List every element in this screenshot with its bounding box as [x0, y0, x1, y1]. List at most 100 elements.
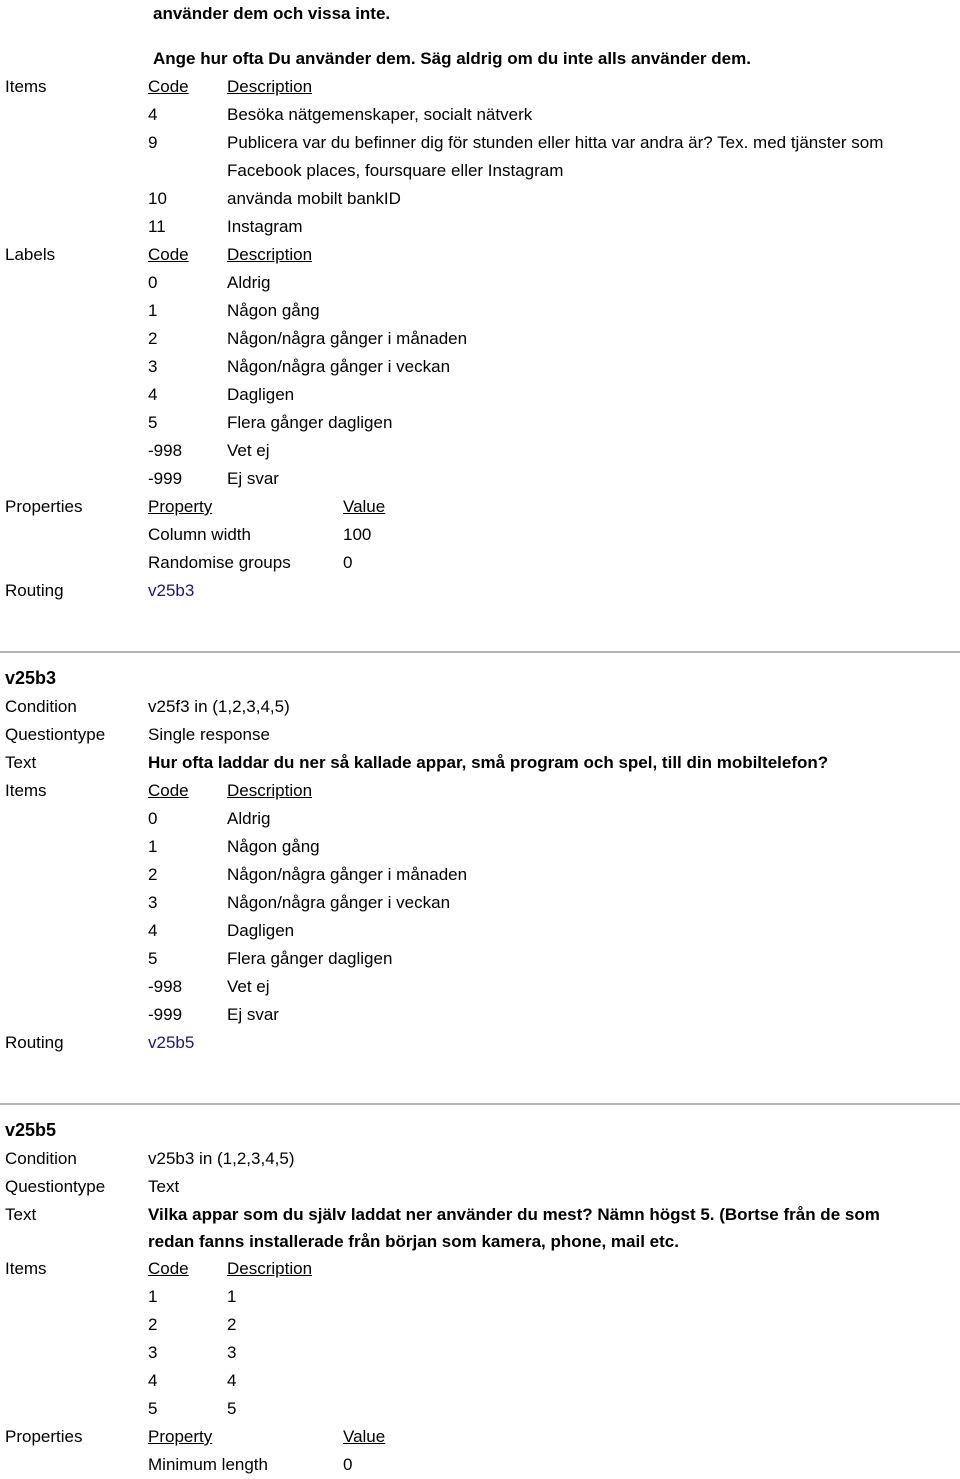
cell-code: 5 — [148, 949, 158, 968]
items-row-prev: Items Code Description 4 Besöka nätgemen… — [0, 73, 960, 241]
table-row: 5 Flera gånger dagligen — [148, 409, 960, 437]
items-row-v25b5: Items Code Description 1 1 2 2 3 3 4 4 5… — [0, 1255, 960, 1423]
questiontype-row-v25b5: Questiontype Text — [0, 1173, 960, 1201]
cell-code: 0 — [148, 809, 158, 828]
routing-link-v25b3[interactable]: v25b3 — [148, 581, 194, 600]
header-code: Code — [148, 781, 189, 800]
row-label-labels: Labels — [5, 245, 56, 264]
labels-table: Code Description 0 Aldrig 1 Någon gång 2… — [148, 241, 960, 493]
table-row: 0 Aldrig — [148, 805, 960, 833]
cell-description: Ej svar — [227, 469, 279, 488]
cell-description: använda mobilt bankID — [227, 189, 401, 208]
condition-row-v25b3: Condition v25f3 in (1,2,3,4,5) — [0, 693, 960, 721]
cell-code: 5 — [148, 1399, 158, 1418]
table-row: 4 Dagligen — [148, 917, 960, 945]
cell-description: 1 — [227, 1287, 237, 1306]
cell-description: Aldrig — [227, 809, 271, 828]
table-row: Randomise groups 0 — [148, 549, 960, 577]
routing-row-v25b3: Routing v25b5 — [0, 1029, 960, 1057]
cell-code: 4 — [148, 105, 158, 124]
cell-property: Randomise groups — [148, 553, 291, 572]
table-header-row: Code Description — [148, 241, 960, 269]
cell-code: -998 — [148, 977, 183, 996]
row-label-questiontype: Questiontype — [5, 725, 106, 744]
cell-code: 9 — [148, 133, 158, 152]
intro-block: använder dem och vissa inte. Ange hur of… — [0, 0, 960, 73]
condition-value: v25f3 in (1,2,3,4,5) — [148, 697, 290, 716]
cell-description: Dagligen — [227, 921, 295, 940]
table-row: Minimum length 0 — [148, 1451, 960, 1479]
properties-row-v25b5: Properties Property Value Minimum length… — [0, 1423, 960, 1479]
header-property: Property — [148, 1427, 213, 1446]
table-row: 3 Någon/några gånger i veckan — [148, 889, 960, 917]
table-header-row: Property Value — [148, 1423, 960, 1451]
row-label-items: Items — [5, 77, 47, 96]
table-row: -999 Ej svar — [148, 465, 960, 493]
cell-code: 1 — [148, 1287, 158, 1306]
cell-code: -999 — [148, 469, 183, 488]
question-text-v25b3: Hur ofta laddar du ner så kallade appar,… — [148, 753, 829, 772]
table-row: 5 5 — [148, 1395, 960, 1423]
properties-table: Property Value Minimum length 0 — [148, 1423, 960, 1479]
cell-code: 2 — [148, 865, 158, 884]
cell-description: 3 — [227, 1343, 237, 1362]
table-row: 2 Någon/några gånger i månaden — [148, 861, 960, 889]
items-table-wrap: Code Description 1 1 2 2 3 3 4 4 5 5 — [148, 1255, 960, 1423]
items-row-v25b3: Items Code Description 0 Aldrig 1 Någon … — [0, 777, 960, 1029]
properties-table-wrap: Property Value Column width 100 Randomis… — [148, 493, 960, 577]
cell-code: 1 — [148, 301, 158, 320]
header-description: Description — [227, 245, 313, 264]
intro-gap — [0, 28, 960, 45]
table-row: 5 Flera gånger dagligen — [148, 945, 960, 973]
properties-table-wrap: Property Value Minimum length 0 — [148, 1423, 960, 1479]
cell-description: 4 — [227, 1371, 237, 1390]
table-row: -999 Ej svar — [148, 1001, 960, 1029]
intro-line-1: använder dem och vissa inte. — [153, 4, 391, 23]
condition-row-v25b5: Condition v25b3 in (1,2,3,4,5) — [0, 1145, 960, 1173]
table-row: 10 använda mobilt bankID — [148, 185, 960, 213]
section-title-v25b3: v25b3 — [5, 668, 57, 688]
header-description: Description — [227, 77, 313, 96]
table-header-row: Property Value — [148, 493, 960, 521]
cell-code: 3 — [148, 1343, 158, 1362]
row-label-routing: Routing — [5, 1033, 64, 1052]
questiontype-value: Single response — [148, 725, 270, 744]
items-table: Code Description 0 Aldrig 1 Någon gång 2… — [148, 777, 960, 1029]
cell-description: Vet ej — [227, 977, 270, 996]
cell-property: Minimum length — [148, 1455, 268, 1474]
items-table-wrap: Code Description 4 Besöka nätgemenskaper… — [148, 73, 960, 241]
cell-property: Column width — [148, 525, 251, 544]
cell-code: 4 — [148, 921, 158, 940]
row-label-text: Text — [5, 753, 37, 772]
row-label-items: Items — [5, 1259, 47, 1278]
questiontype-value: Text — [148, 1177, 180, 1196]
header-description: Description — [227, 781, 313, 800]
cell-description: Någon gång — [227, 301, 320, 320]
cell-description: Någon/några gånger i månaden — [227, 865, 468, 884]
cell-code: 3 — [148, 357, 158, 376]
header-code: Code — [148, 77, 189, 96]
cell-description: Någon gång — [227, 837, 320, 856]
cell-description: Ej svar — [227, 1005, 279, 1024]
table-row: 2 Någon/några gånger i månaden — [148, 325, 960, 353]
cell-value: 0 — [343, 553, 353, 572]
cell-description: Någon/några gånger i veckan — [227, 357, 451, 376]
row-label-routing: Routing — [5, 581, 64, 600]
cell-code: -998 — [148, 441, 183, 460]
items-table-wrap: Code Description 0 Aldrig 1 Någon gång 2… — [148, 777, 960, 1029]
table-row: 1 Någon gång — [148, 833, 960, 861]
cell-code: 10 — [148, 189, 167, 208]
row-label-condition: Condition — [5, 1149, 77, 1168]
cell-code: 4 — [148, 385, 158, 404]
header-value: Value — [343, 497, 386, 516]
cell-description: Besöka nätgemenskaper, socialt nätverk — [227, 105, 533, 124]
table-row: 3 Någon/några gånger i veckan — [148, 353, 960, 381]
row-label-questiontype: Questiontype — [5, 1177, 106, 1196]
routing-link-v25b5[interactable]: v25b5 — [148, 1033, 194, 1052]
table-row: Column width 100 — [148, 521, 960, 549]
questiontype-row-v25b3: Questiontype Single response — [0, 721, 960, 749]
table-row: -998 Vet ej — [148, 973, 960, 1001]
row-label-text: Text — [5, 1205, 37, 1224]
cell-value: 100 — [343, 525, 372, 544]
